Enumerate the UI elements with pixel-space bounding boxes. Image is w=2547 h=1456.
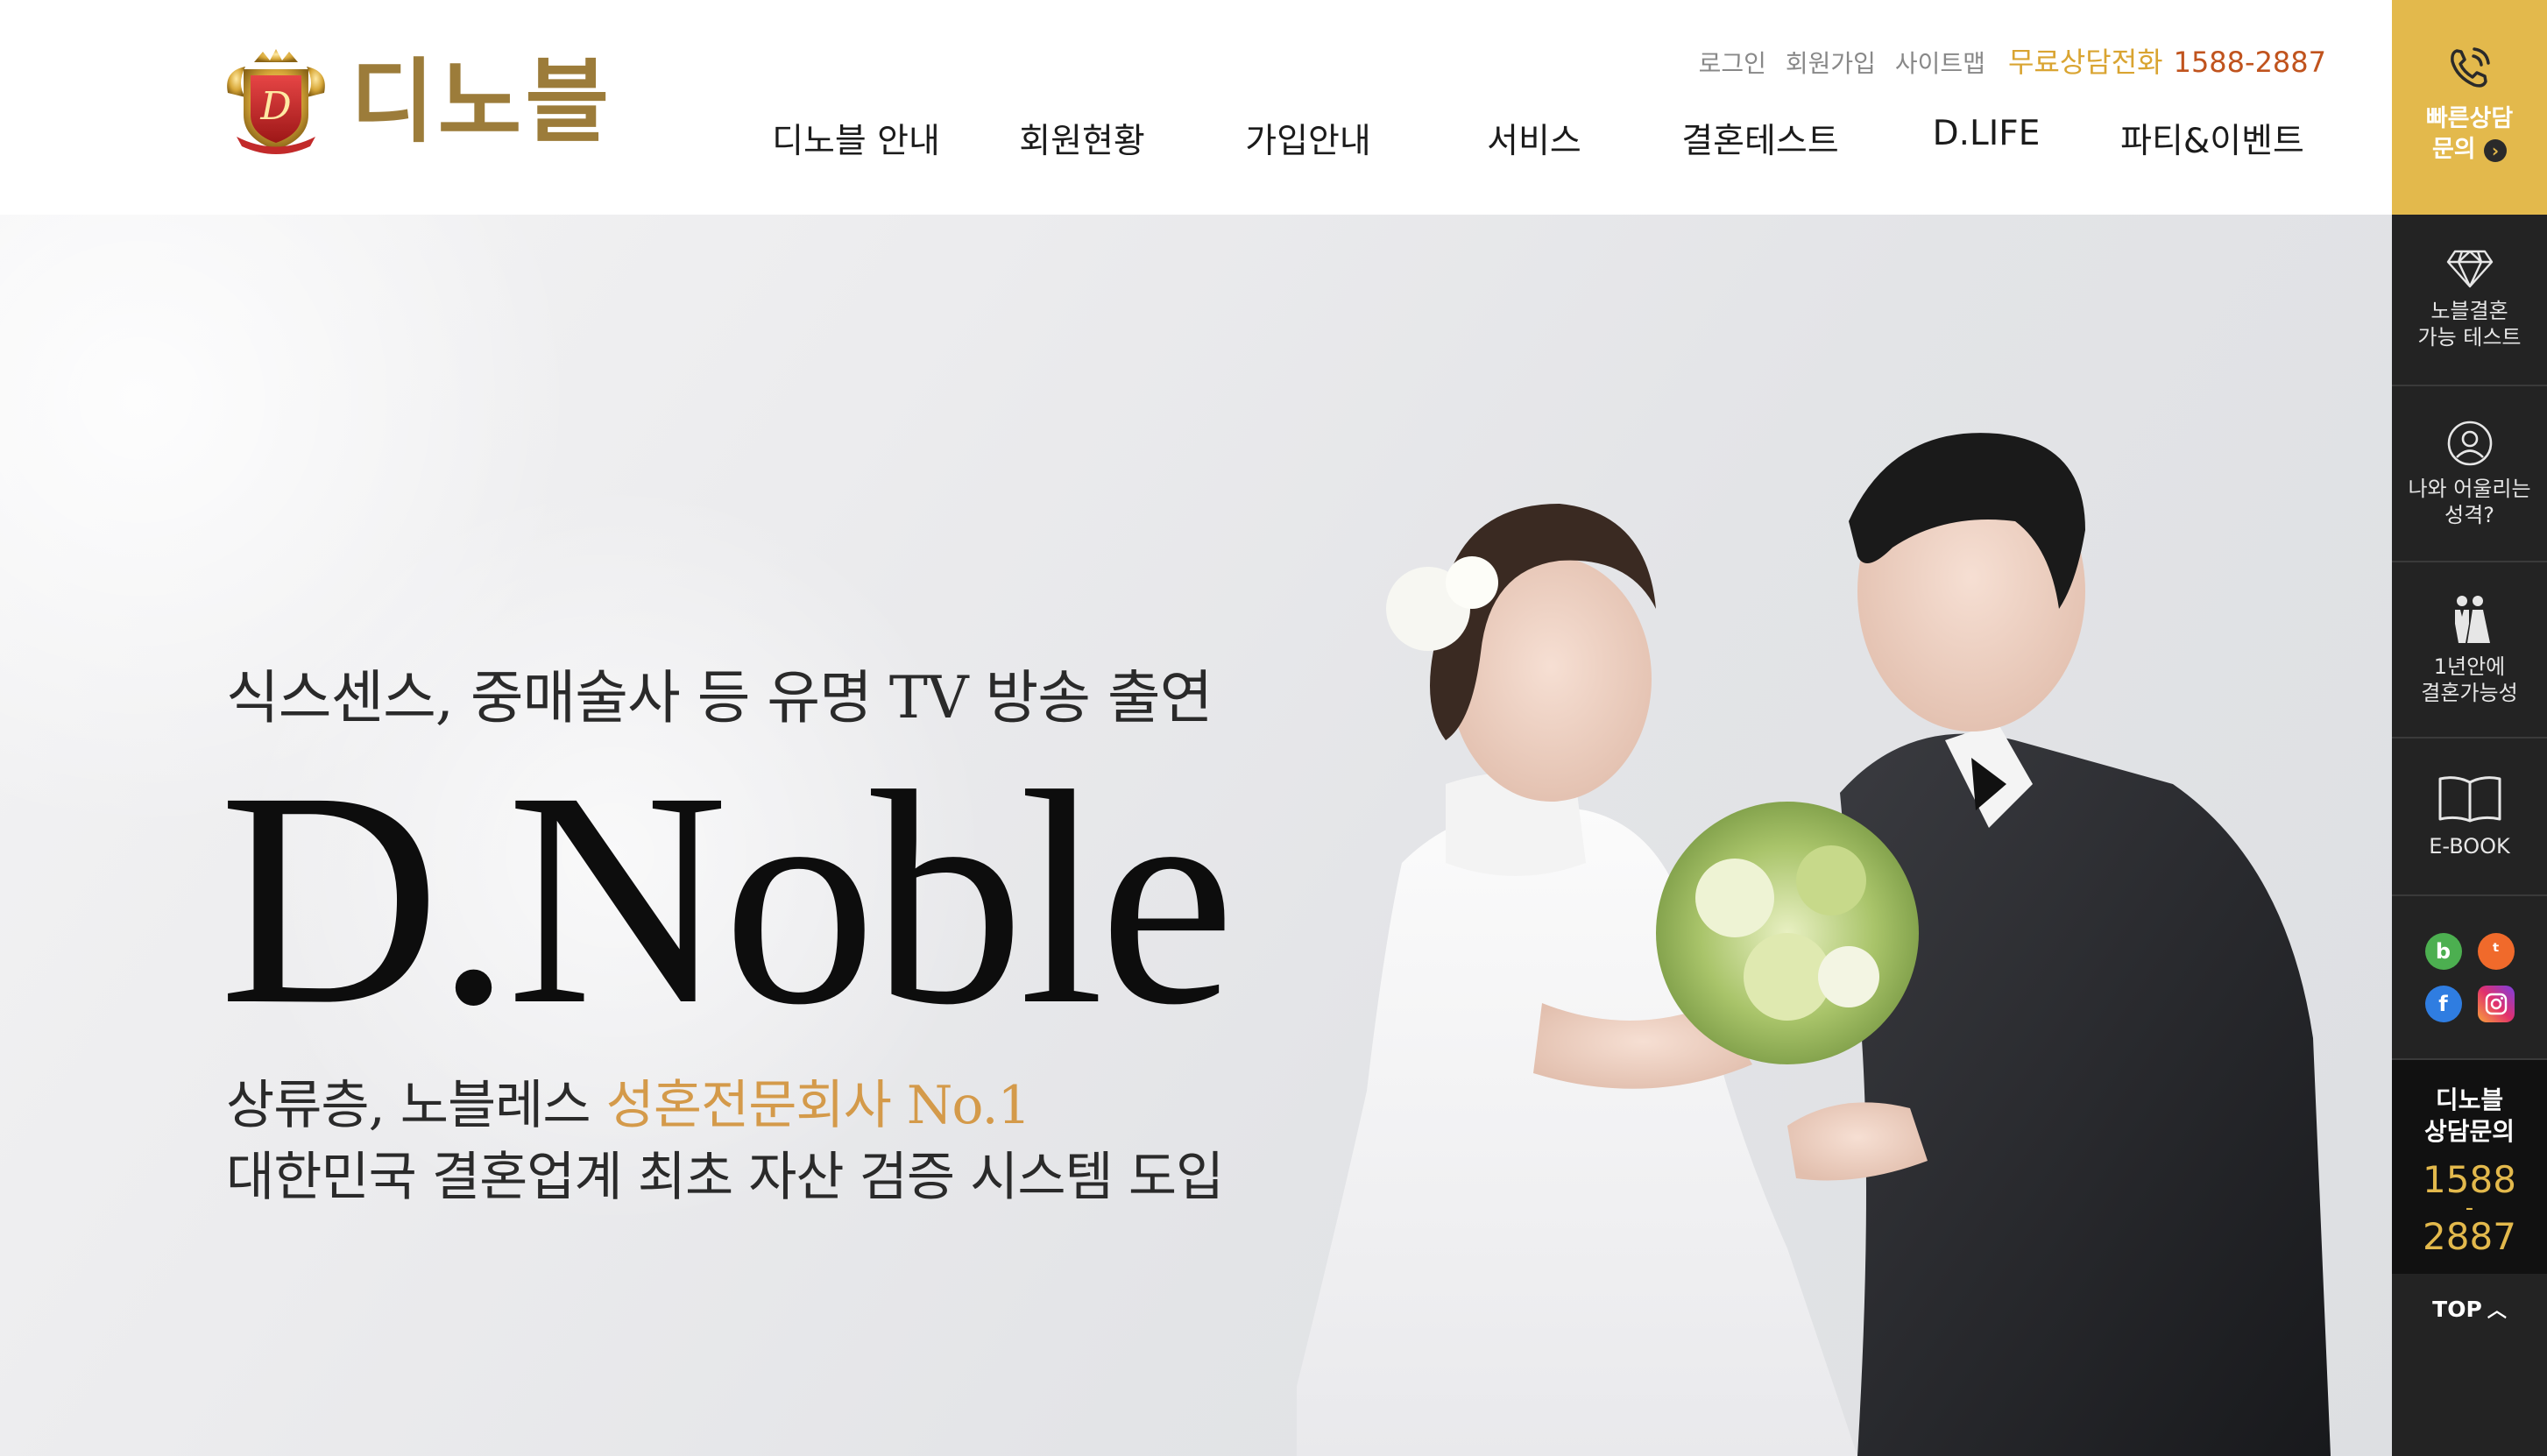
main-navigation: 디노블 안내 회원현황 가입안내 서비스 결혼테스트 D.LIFE 파티&이벤트 — [743, 114, 2338, 166]
hero-subtitle: 식스센스, 중매술사 등 유명 TV 방송 출연 — [226, 664, 1213, 732]
hero-tagline: 상류층, 노블레스 성혼전문회사 No.1 — [226, 1063, 1031, 1139]
free-consult-label: 무료상담전화 — [2007, 46, 2163, 79]
nav-item-join-guide[interactable]: 가입안내 — [1195, 114, 1421, 166]
crest-emblem-icon: D — [227, 48, 325, 154]
open-book-icon — [2438, 776, 2501, 823]
join-link[interactable]: 회원가입 — [1786, 45, 1876, 80]
nav-item-service[interactable]: 서비스 — [1421, 114, 1647, 166]
instagram-glyph-icon — [2485, 993, 2507, 1014]
sitemap-link[interactable]: 사이트맵 — [1895, 45, 1985, 80]
hero-banner: 식스센스, 중매술사 등 유명 TV 방송 출연 D.Noble 상류층, 노블… — [0, 215, 2392, 1456]
nav-item-about[interactable]: 디노블 안내 — [743, 114, 969, 166]
logo-text: 디노블 — [350, 47, 613, 155]
instagram-icon[interactable] — [2477, 985, 2515, 1022]
quick-consult-label: 빠른상담 문의 › — [2425, 105, 2514, 164]
quick-menu-sidebar: 빠른상담 문의 › 노블결혼 가능 테스트 나와 어울리는 성격? 1년안에 결… — [2392, 0, 2547, 1456]
svg-text:D: D — [259, 84, 291, 129]
quick-consult-button[interactable]: 빠른상담 문의 › — [2392, 0, 2547, 215]
couple-icon — [2454, 595, 2490, 643]
quick-ebook[interactable]: E-BOOK — [2392, 739, 2547, 896]
hero-tagline-accent: 성혼전문회사 No.1 — [605, 1075, 1031, 1136]
diamond-icon — [2446, 250, 2493, 288]
phone-call-icon — [2450, 47, 2490, 88]
chevron-up-icon: ︿ — [2487, 1300, 2507, 1322]
site-header: D 디노블 로그인 회원가입 사이트맵 무료상담전화 1588-2887 디노블… — [0, 0, 2392, 215]
nav-item-party-event[interactable]: 파티&이벤트 — [2099, 114, 2325, 166]
blog-icon[interactable]: b — [2424, 932, 2462, 970]
quick-call-box[interactable]: 디노블 상담문의 1588 - 2887 — [2392, 1060, 2547, 1274]
hero-description: 대한민국 결혼업계 최초 자산 검증 시스템 도입 — [226, 1147, 1224, 1208]
user-circle-icon — [2447, 421, 2492, 465]
utility-menu: 로그인 회원가입 사이트맵 무료상담전화 1588-2887 — [1699, 40, 2326, 81]
hero-title: D.Noble — [219, 728, 1235, 1068]
login-link[interactable]: 로그인 — [1699, 45, 1766, 80]
hero-tagline-prefix: 상류층, 노블레스 — [226, 1075, 606, 1136]
wedding-couple-image — [1297, 433, 2331, 1456]
quick-marriage-test[interactable]: 노블결혼 가능 테스트 — [2392, 215, 2547, 386]
scroll-top-button[interactable]: TOP ︿ — [2392, 1274, 2547, 1344]
consult-phone-number[interactable]: 1588-2887 — [2174, 46, 2326, 79]
nav-item-members[interactable]: 회원현황 — [969, 114, 1195, 166]
quick-call-title: 디노블 상담문의 — [2423, 1085, 2515, 1147]
nav-item-marriage-test[interactable]: 결혼테스트 — [1647, 114, 1873, 166]
site-logo[interactable]: D 디노블 — [219, 42, 612, 160]
sns-links: b ᵗ f — [2392, 896, 2547, 1060]
kakao-story-icon[interactable]: ᵗ — [2477, 932, 2515, 970]
quick-marriage-possibility[interactable]: 1년안에 결혼가능성 — [2392, 562, 2547, 739]
arrow-right-circle-icon: › — [2484, 138, 2508, 162]
nav-item-dlife[interactable]: D.LIFE — [1873, 114, 2099, 166]
quick-personality-test[interactable]: 나와 어울리는 성격? — [2392, 386, 2547, 562]
quick-call-number: 1588 - 2887 — [2423, 1157, 2516, 1258]
facebook-icon[interactable]: f — [2424, 985, 2462, 1022]
